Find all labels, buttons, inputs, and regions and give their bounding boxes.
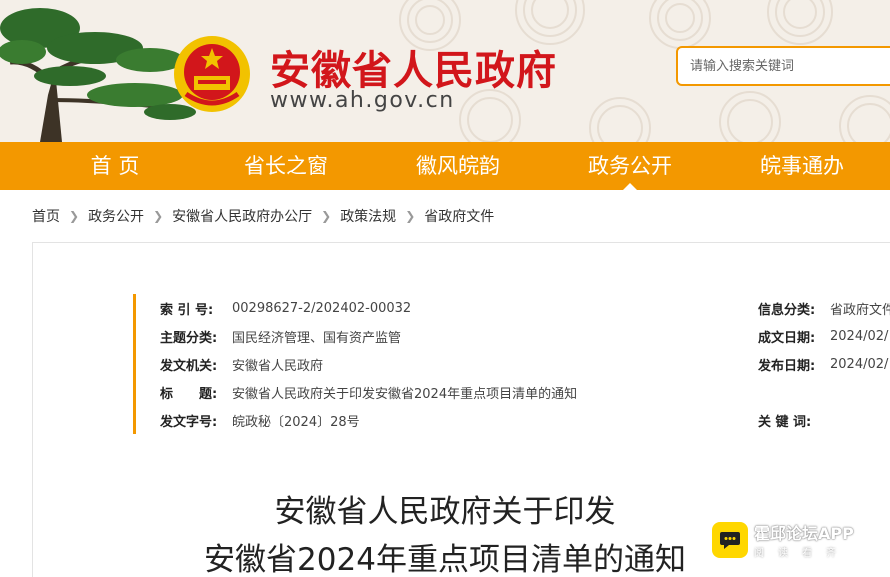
meta-row-index: 索 引 号: 00298627-2/202402-00032 <box>160 294 411 322</box>
nav-huifeng-wanyun[interactable]: 徽风皖韵 <box>372 142 544 190</box>
meta-value: 安徽省人民政府 <box>232 358 324 374</box>
meta-label: 发文字号: <box>160 414 218 430</box>
meta-row-doc-number: 发文字号: 皖政秘〔2024〕28号 <box>160 406 360 434</box>
chevron-right-icon: ❯ <box>69 209 80 223</box>
meta-label: 关 键 词: <box>758 414 812 430</box>
chat-bubble-icon <box>712 521 748 558</box>
meta-label: 成文日期: <box>758 330 816 346</box>
app-subtitle: 阅读看齐 <box>754 548 850 559</box>
nav-wanshitong[interactable]: 皖事通办 <box>716 142 888 190</box>
site-header: 安徽省人民政府 www.ah.gov.cn <box>0 0 890 142</box>
meta-row-topic: 主题分类: 国民经济管理、国有资产监管 <box>160 322 401 350</box>
breadcrumb-home[interactable]: 首页 <box>32 206 60 226</box>
breadcrumb-general-office[interactable]: 安徽省人民政府办公厅 <box>172 206 312 226</box>
chevron-right-icon: ❯ <box>321 209 332 223</box>
breadcrumb-provincial-documents[interactable]: 省政府文件 <box>424 206 494 226</box>
breadcrumb-policies[interactable]: 政策法规 <box>340 206 396 226</box>
meta-value: 安徽省人民政府关于印发安徽省2024年重点项目清单的通知 <box>232 386 578 402</box>
main-nav: 首 页 省长之窗 徽风皖韵 政务公开 皖事通办 <box>0 142 890 190</box>
breadcrumb: 首页 ❯ 政务公开 ❯ 安徽省人民政府办公厅 ❯ 政策法规 ❯ 省政府文件 <box>32 206 494 226</box>
breadcrumb-government-affairs[interactable]: 政务公开 <box>88 206 144 226</box>
meta-row-keywords: 关 键 词: <box>758 406 830 434</box>
pine-tree-decoration <box>0 8 196 142</box>
chevron-right-icon: ❯ <box>153 209 164 223</box>
meta-label: 发布日期: <box>758 358 816 374</box>
nav-home[interactable]: 首 页 <box>30 142 200 190</box>
meta-row-category: 信息分类: 省政府文件 <box>758 294 890 322</box>
search-input[interactable] <box>676 46 890 86</box>
meta-label: 发文机关: <box>160 358 218 374</box>
meta-value: 2024/02/ <box>830 356 889 372</box>
meta-value: 国民经济管理、国有资产监管 <box>232 330 402 346</box>
nav-government-affairs[interactable]: 政务公开 <box>544 142 716 190</box>
app-badge-text: 霍邱论坛APP 阅读看齐 <box>754 520 854 559</box>
app-name: 霍邱论坛APP <box>754 524 854 543</box>
chevron-right-icon: ❯ <box>405 209 416 223</box>
document-metadata-left: 索 引 号: 00298627-2/202402-00032 主题分类: 国民经… <box>133 294 653 434</box>
meta-value: 00298627-2/202402-00032 <box>232 300 412 316</box>
meta-label: 信息分类: <box>758 302 816 318</box>
meta-row-publish-date: 发布日期: 2024/02/ <box>758 350 888 378</box>
site-domain: www.ah.gov.cn <box>270 88 455 113</box>
meta-value: 省政府文件 <box>830 302 890 318</box>
national-emblem-icon <box>174 36 250 112</box>
app-badge[interactable]: 霍邱论坛APP 阅读看齐 <box>712 520 854 559</box>
meta-value: 皖政秘〔2024〕28号 <box>232 414 360 430</box>
meta-label: 标 题: <box>160 386 218 402</box>
meta-row-written-date: 成文日期: 2024/02/ <box>758 322 888 350</box>
meta-row-title: 标 题: 安徽省人民政府关于印发安徽省2024年重点项目清单的通知 <box>160 378 577 406</box>
meta-row-issuer: 发文机关: 安徽省人民政府 <box>160 350 323 378</box>
meta-label: 索 引 号: <box>160 302 214 318</box>
meta-value: 2024/02/ <box>830 328 889 344</box>
meta-label: 主题分类: <box>160 330 218 346</box>
nav-governor-window[interactable]: 省长之窗 <box>200 142 372 190</box>
